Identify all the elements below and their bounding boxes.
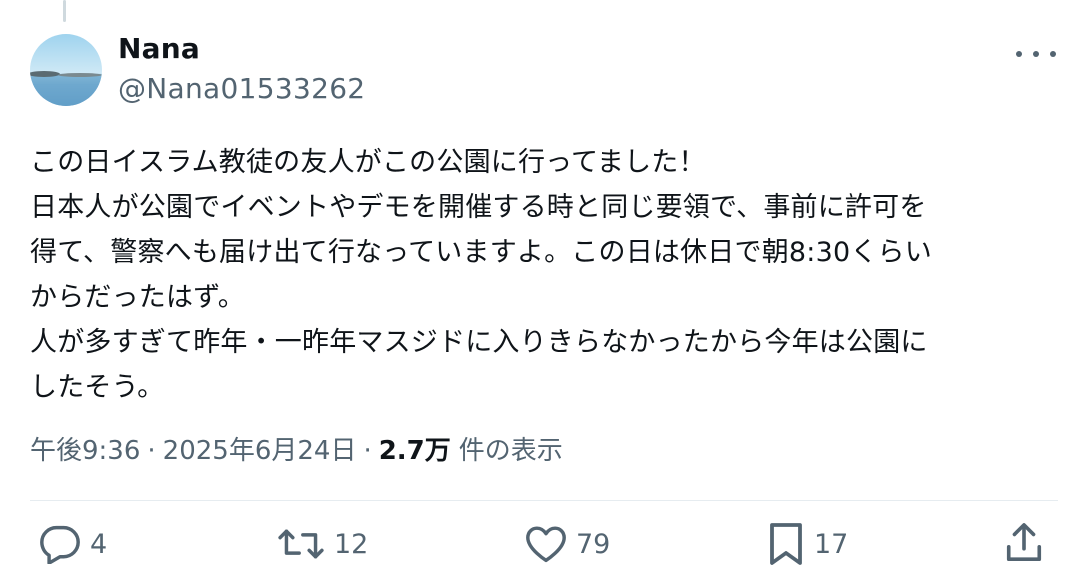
like-button[interactable]: 79	[524, 524, 610, 564]
action-bar: 4 12 79 17	[0, 518, 1088, 568]
avatar-image	[30, 34, 102, 106]
divider	[30, 500, 1058, 501]
reply-count: 4	[90, 528, 108, 560]
author-name[interactable]: Nana	[118, 32, 200, 65]
repost-count: 12	[334, 528, 369, 560]
reply-icon	[40, 525, 80, 564]
bookmark-count: 17	[814, 528, 849, 560]
bookmark-icon	[770, 523, 802, 565]
like-count: 79	[576, 528, 611, 560]
bookmark-button[interactable]: 17	[766, 522, 848, 566]
views-label[interactable]: 件の表示	[459, 430, 563, 467]
repost-icon	[278, 529, 324, 559]
post-text: この日イスラム教徒の友人がこの公園に行ってました！ 日本人が公園でイベントやデモ…	[30, 147, 932, 403]
more-options-icon[interactable]	[1016, 42, 1056, 66]
views-count[interactable]: 2.7万	[379, 430, 451, 467]
share-icon	[1006, 523, 1042, 562]
meta-separator: ·	[363, 436, 372, 466]
post-meta: 午後9:36 · 2025年6月24日 · 2.7万 件の表示	[30, 430, 563, 467]
thread-connector-line	[63, 0, 66, 22]
avatar[interactable]	[30, 34, 102, 106]
post-date[interactable]: 2025年6月24日	[163, 430, 357, 467]
reply-button[interactable]: 4	[38, 524, 107, 564]
share-button[interactable]	[1004, 522, 1044, 564]
post-time[interactable]: 午後9:36	[30, 430, 140, 467]
like-icon	[526, 526, 566, 563]
repost-button[interactable]: 12	[276, 524, 368, 564]
meta-separator: ·	[147, 436, 156, 466]
author-handle[interactable]: @Nana01533262	[118, 72, 365, 105]
